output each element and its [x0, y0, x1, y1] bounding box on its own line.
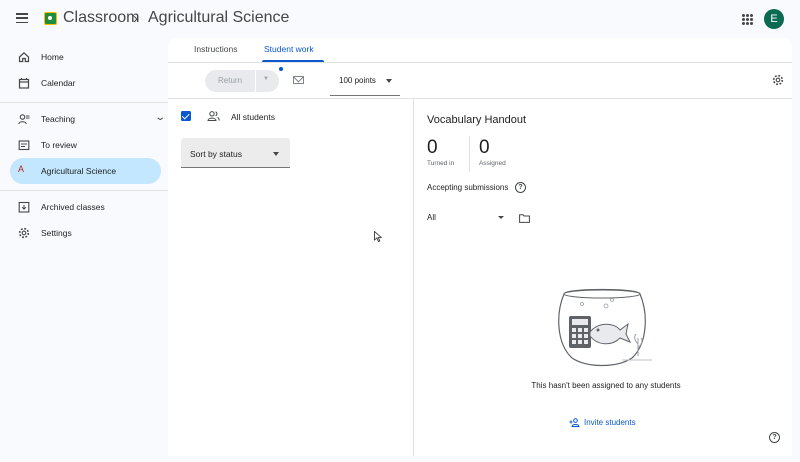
folder-icon[interactable]	[519, 214, 530, 223]
people-icon	[207, 111, 220, 121]
caret-down-icon	[273, 152, 279, 156]
class-avatar-icon: A	[18, 164, 25, 174]
points-select[interactable]: 100 points	[330, 68, 400, 96]
sidebar-item-label: Agricultural Science	[41, 166, 117, 176]
sidebar-item-label: Settings	[41, 228, 72, 238]
apps-grid-icon[interactable]	[742, 14, 753, 25]
app-title[interactable]: Classroom	[63, 9, 139, 27]
sidebar-item-label: To review	[41, 140, 77, 150]
to-review-icon	[18, 140, 30, 151]
breadcrumb-separator: ›	[133, 10, 138, 27]
sidebar-item-agricultural-science[interactable]: A Agricultural Science	[10, 158, 161, 184]
status-filter-value[interactable]: All	[427, 213, 436, 222]
sidebar-item-calendar[interactable]: Calendar	[10, 70, 161, 96]
gear-icon	[18, 227, 30, 239]
tab-instructions[interactable]: Instructions	[194, 44, 237, 54]
accepting-submissions-label: Accepting submissions	[427, 183, 509, 192]
home-icon	[18, 51, 30, 63]
classroom-logo[interactable]	[44, 12, 57, 25]
split-divider	[255, 70, 256, 92]
calendar-icon	[18, 78, 30, 89]
email-icon[interactable]	[293, 76, 304, 84]
assigned-label: Assigned	[479, 160, 506, 167]
assigned-count: 0	[479, 137, 490, 158]
main-panel: Instructions Student work Return ▼ 100 p…	[168, 38, 792, 456]
sidebar-item-teaching[interactable]: Teaching ⌄	[10, 106, 166, 132]
sidebar-item-settings[interactable]: Settings	[10, 220, 161, 246]
account-avatar[interactable]: E	[764, 9, 784, 29]
select-all-checkbox[interactable]	[181, 111, 191, 121]
caret-down-icon[interactable]: ▼	[263, 76, 269, 82]
sidebar-divider	[0, 102, 168, 103]
teaching-icon	[18, 114, 30, 125]
sidebar-item-archived-classes[interactable]: Archived classes	[10, 194, 161, 220]
notification-dot	[279, 67, 283, 71]
sidebar-item-label: Calendar	[41, 78, 76, 88]
empty-state-illustration	[558, 288, 652, 367]
turned-in-label: Turned in	[427, 160, 455, 167]
tab-divider	[168, 62, 792, 63]
empty-state-message: This hasn't been assigned to any student…	[531, 381, 681, 390]
class-title[interactable]: Agricultural Science	[148, 9, 289, 27]
sidebar-item-label: Home	[41, 52, 64, 62]
return-button-label: Return	[218, 76, 243, 85]
pane-divider	[413, 98, 414, 456]
all-students-label[interactable]: All students	[231, 112, 275, 122]
turned-in-count: 0	[427, 137, 438, 158]
caret-down-icon[interactable]	[498, 216, 504, 219]
help-icon[interactable]: ?	[515, 182, 526, 193]
sidebar-divider	[0, 190, 168, 191]
sidebar-item-label: Archived classes	[41, 202, 105, 212]
mouse-cursor-icon	[374, 231, 382, 242]
add-person-icon	[569, 418, 580, 427]
assignment-title: Vocabulary Handout	[427, 114, 527, 126]
invite-students-label: Invite students	[584, 418, 636, 427]
tab-student-work[interactable]: Student work	[264, 44, 314, 54]
sidebar-item-home[interactable]: Home	[10, 44, 161, 70]
points-value: 100 points	[339, 76, 376, 85]
return-button[interactable]: Return ▼	[205, 70, 279, 92]
sidebar-item-label: Teaching	[41, 114, 76, 124]
toolbar-divider	[168, 98, 792, 99]
sidebar: Home Calendar Teaching ⌄ To review A Agr…	[0, 38, 168, 462]
main-menu-icon[interactable]	[16, 13, 28, 24]
archive-icon	[18, 201, 30, 213]
help-icon[interactable]: ?	[769, 432, 780, 443]
sort-select[interactable]: Sort by status	[181, 138, 290, 168]
stat-divider	[469, 136, 470, 172]
caret-down-icon	[386, 79, 392, 83]
chevron-down-icon[interactable]: ⌄	[154, 112, 166, 123]
sort-value: Sort by status	[190, 149, 242, 159]
settings-gear-icon[interactable]	[772, 74, 784, 86]
sidebar-item-to-review[interactable]: To review	[10, 132, 161, 158]
